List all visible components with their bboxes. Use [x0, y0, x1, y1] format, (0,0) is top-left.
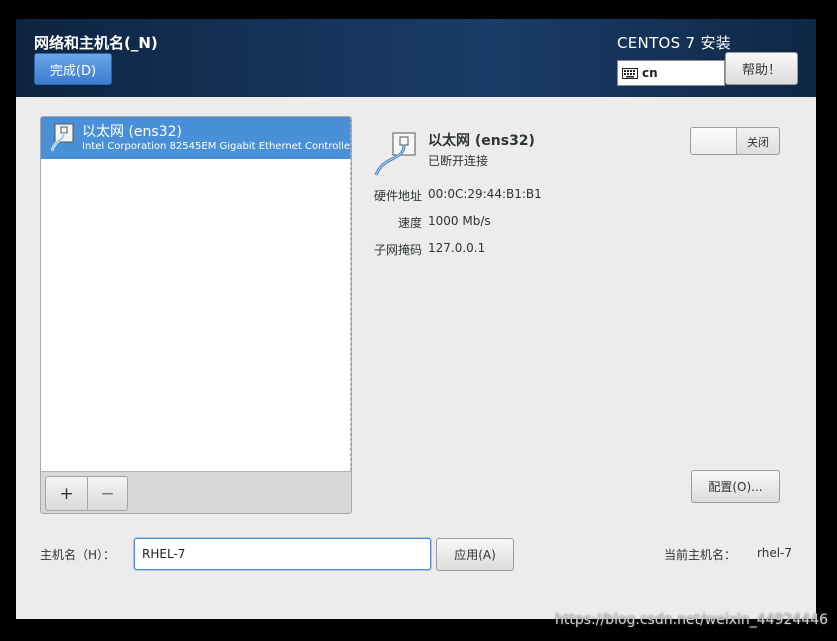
add-device-button[interactable]: +: [45, 476, 88, 511]
toggle-knob[interactable]: [691, 128, 737, 154]
hardware-address-value: 00:0C:29:44:B1:B1: [428, 187, 542, 201]
device-name: 以太网 (ens32): [82, 124, 182, 140]
current-hostname-label: 当前主机名：: [664, 548, 737, 562]
subnet-mask-value: 127.0.0.1: [428, 241, 486, 255]
keyboard-layout-label: cn: [642, 66, 658, 80]
device-detail-name: 以太网 (ens32): [428, 133, 535, 149]
apply-button[interactable]: 应用(A): [436, 538, 514, 571]
page-title: 网络和主机名(_N): [34, 34, 158, 52]
device-list[interactable]: 以太网 (ens32) Intel Corporation 82545EM Gi…: [41, 117, 351, 472]
ethernet-cable-icon: [50, 123, 75, 157]
toggle-state-label: 关闭: [747, 136, 769, 149]
current-hostname-value: rhel-7: [757, 546, 793, 560]
device-list-panel: 以太网 (ens32) Intel Corporation 82545EM Gi…: [40, 116, 352, 514]
keyboard-layout-indicator[interactable]: cn: [617, 60, 725, 86]
watermark-text: https://blog.csdn.net/weixin_44924446: [555, 612, 829, 628]
help-button[interactable]: 帮助！: [725, 52, 798, 85]
header-bar: 网络和主机名(_N) 完成(D) CENTOS 7 安装 cn 帮助！: [16, 19, 816, 97]
ethernet-cable-icon: [374, 131, 422, 181]
device-list-toolbar: + −: [45, 476, 128, 511]
hardware-address-label: 硬件地址: [373, 189, 422, 203]
subnet-mask-label: 子网掩码: [373, 243, 422, 257]
remove-device-button[interactable]: −: [88, 476, 128, 511]
connection-toggle[interactable]: 关闭: [690, 127, 780, 155]
speed-value: 1000 Mb/s: [428, 214, 491, 228]
product-title: CENTOS 7 安装: [617, 34, 732, 52]
device-row-ens32[interactable]: 以太网 (ens32) Intel Corporation 82545EM Gi…: [41, 117, 351, 159]
configure-button[interactable]: 配置(O)...: [691, 470, 780, 503]
hostname-input[interactable]: [134, 538, 431, 570]
keyboard-icon: [622, 67, 638, 79]
speed-label: 速度: [397, 216, 422, 230]
connection-status: 已断开连接: [428, 154, 489, 168]
installer-window: 网络和主机名(_N) 完成(D) CENTOS 7 安装 cn 帮助！ 以太网 …: [16, 19, 816, 619]
done-button[interactable]: 完成(D): [34, 53, 112, 85]
device-description: Intel Corporation 82545EM Gigabit Ethern…: [82, 141, 351, 152]
hostname-label: 主机名（H）：: [40, 548, 116, 562]
